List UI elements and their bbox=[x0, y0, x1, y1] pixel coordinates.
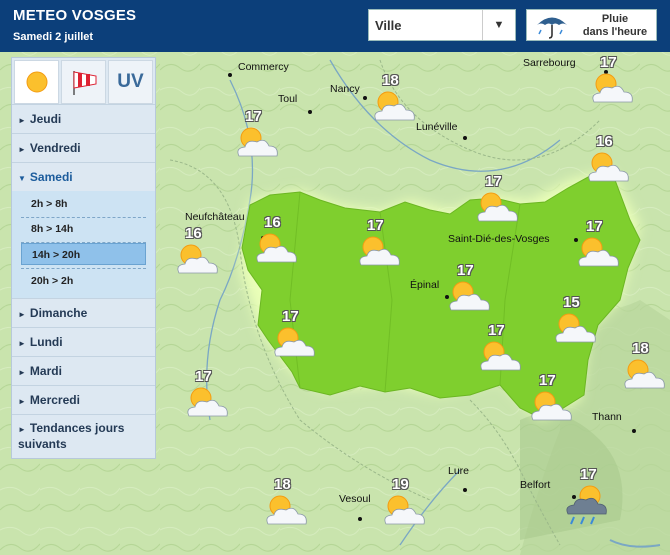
weather-marker[interactable]: 18 bbox=[362, 72, 426, 122]
city-dot bbox=[308, 110, 312, 114]
time-slots: 2h > 8h 8h > 14h 14h > 20h 20h > 2h bbox=[12, 191, 155, 299]
sun-cloud-icon bbox=[237, 127, 278, 157]
city-dot bbox=[358, 517, 362, 521]
tab-wind[interactable] bbox=[61, 60, 106, 104]
chevron-down-icon[interactable]: ▼ bbox=[482, 10, 515, 40]
header-bar: METEO VOSGES Samedi 2 juillet Ville ▼ Pl… bbox=[0, 0, 670, 52]
weather-marker[interactable]: 19 bbox=[372, 476, 436, 526]
day-item-lundi[interactable]: ► Lundi bbox=[12, 327, 155, 355]
weather-marker[interactable]: 17 bbox=[225, 108, 289, 158]
sun-cloud-icon bbox=[555, 313, 596, 343]
sun-cloud-icon bbox=[384, 495, 425, 525]
caret-right-icon: ► bbox=[18, 368, 26, 377]
place-saint-die: Saint-Dié-des-Vosges bbox=[448, 233, 550, 245]
caret-right-icon: ► bbox=[18, 397, 26, 406]
day-item-vendredi[interactable]: ► Vendredi bbox=[12, 133, 155, 161]
umbrella-icon bbox=[537, 17, 567, 39]
slot-divider bbox=[21, 268, 146, 269]
sun-cloud-icon bbox=[578, 237, 619, 267]
day-item-dimanche[interactable]: ► Dimanche bbox=[12, 298, 155, 326]
weather-marker[interactable]: 17 bbox=[347, 217, 411, 267]
sun-cloud-icon bbox=[177, 244, 218, 274]
weather-marker[interactable]: 17 bbox=[468, 322, 532, 372]
place-commercy: Commercy bbox=[238, 61, 289, 73]
side-panel: UV ► Jeudi ► Vendredi ▼ Samedi 2h > 8h 8h >… bbox=[11, 57, 156, 459]
place-belfort: Belfort bbox=[520, 479, 551, 491]
weather-marker[interactable]: 17 bbox=[175, 368, 239, 418]
weather-marker[interactable]: 17 bbox=[519, 372, 583, 422]
day-item-mercredi[interactable]: ► Mercredi bbox=[12, 385, 155, 413]
place-luneville: Lunéville bbox=[416, 121, 458, 133]
city-dot bbox=[228, 73, 232, 77]
day-item-tendances[interactable]: ► Tendances jours suivants bbox=[12, 414, 155, 462]
tab-uv[interactable]: UV bbox=[108, 60, 153, 104]
place-nancy: Nancy bbox=[330, 83, 360, 95]
sun-icon bbox=[26, 71, 47, 93]
sun-cloud-icon bbox=[588, 152, 629, 182]
sun-cloud-icon bbox=[359, 236, 400, 266]
caret-right-icon: ► bbox=[18, 145, 26, 154]
city-dot bbox=[463, 488, 467, 492]
caret-right-icon: ► bbox=[18, 310, 26, 319]
caret-right-icon: ► bbox=[18, 425, 26, 434]
weather-marker[interactable]: 15 bbox=[543, 294, 607, 344]
sun-cloud-icon bbox=[187, 387, 228, 417]
caret-right-icon: ► bbox=[18, 339, 26, 348]
place-lure: Lure bbox=[448, 465, 470, 477]
caret-right-icon: ► bbox=[18, 116, 26, 125]
city-dot bbox=[463, 136, 467, 140]
weather-marker[interactable]: 16 bbox=[165, 225, 229, 275]
slot-item[interactable]: 20h > 2h bbox=[21, 270, 146, 292]
city-dot bbox=[632, 429, 636, 433]
slot-item[interactable]: 2h > 8h bbox=[21, 193, 146, 215]
day-item-samedi[interactable]: ▼ Samedi bbox=[12, 162, 155, 190]
sun-cloud-icon bbox=[592, 73, 633, 103]
day-item-jeudi[interactable]: ► Jeudi bbox=[12, 104, 155, 132]
date-label: Samedi 2 juillet bbox=[13, 31, 94, 43]
place-vesoul: Vesoul bbox=[339, 493, 371, 505]
weather-marker[interactable]: 17 bbox=[262, 308, 326, 358]
place-epinal: Épinal bbox=[410, 279, 440, 291]
weather-marker[interactable]: 17 bbox=[465, 173, 529, 223]
sun-cloud-icon bbox=[256, 233, 297, 263]
sun-cloud-icon bbox=[266, 495, 307, 525]
caret-down-icon: ▼ bbox=[18, 174, 26, 183]
page-title: METEO VOSGES bbox=[13, 7, 137, 24]
sun-cloud-icon bbox=[531, 391, 572, 421]
sun-cloud-icon bbox=[449, 281, 490, 311]
weather-marker[interactable]: 17 bbox=[437, 262, 501, 312]
weather-marker[interactable]: 18 bbox=[254, 476, 318, 526]
sun-cloud-icon bbox=[374, 91, 415, 121]
windsock-icon bbox=[72, 71, 96, 95]
rain-hour-label: Pluie dans l'heure bbox=[582, 13, 648, 38]
sun-cloud-icon bbox=[624, 359, 665, 389]
place-thann: Thann bbox=[592, 411, 622, 423]
weather-marker[interactable]: 17 bbox=[580, 54, 644, 104]
forecast-tabs: UV bbox=[12, 58, 155, 106]
place-sarrebourg: Sarrebourg bbox=[523, 57, 576, 69]
weather-marker[interactable]: 17 bbox=[566, 218, 630, 268]
city-select-value: Ville bbox=[375, 18, 402, 33]
sun-cloud-icon bbox=[480, 341, 521, 371]
slot-item-selected[interactable]: 14h > 20h bbox=[21, 243, 146, 265]
day-item-mardi[interactable]: ► Mardi bbox=[12, 356, 155, 384]
weather-marker[interactable]: 16 bbox=[576, 133, 640, 183]
tab-weather[interactable] bbox=[14, 60, 59, 104]
weather-marker[interactable]: 18 bbox=[612, 340, 670, 390]
weather-marker[interactable]: 17 bbox=[560, 466, 624, 525]
sun-cloud-icon bbox=[274, 327, 315, 357]
weather-marker[interactable]: 16 bbox=[244, 214, 308, 264]
sun-cloud-icon bbox=[477, 192, 518, 222]
sun-rain-cloud-icon bbox=[566, 485, 607, 525]
place-neufchateau: Neufchâteau bbox=[185, 211, 245, 223]
tab-uv-label: UV bbox=[117, 71, 144, 92]
rain-hour-button[interactable]: Pluie dans l'heure bbox=[526, 9, 657, 41]
slot-item[interactable]: 8h > 14h bbox=[21, 218, 146, 240]
place-toul: Toul bbox=[278, 93, 298, 105]
city-select[interactable]: Ville ▼ bbox=[368, 9, 516, 41]
